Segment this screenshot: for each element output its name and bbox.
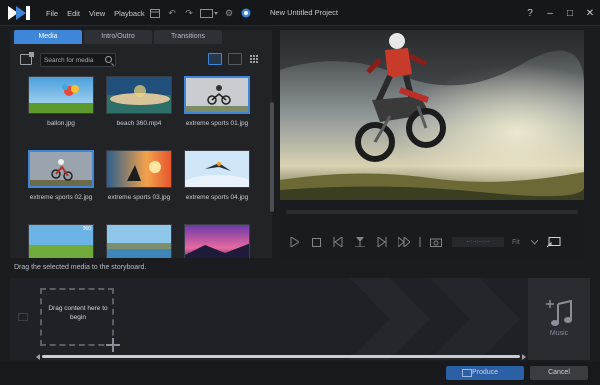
settings-icon[interactable]: ⚙ [222,6,236,20]
scroll-left-icon[interactable] [36,354,40,360]
media-caption: extreme sports 01.jpg [185,120,249,127]
media-item-landscape-360[interactable]: 360 [28,224,98,258]
media-item-extreme-sports-01[interactable]: extreme sports 01.jpg [184,76,252,127]
previous-frame-icon[interactable] [330,235,346,249]
external-display-icon[interactable] [546,235,562,249]
media-thumbnail [28,76,94,114]
media-thumbnail [184,150,250,188]
tab-intro-outro[interactable]: Intro/Outro [84,30,152,44]
app-logo-icon [8,6,30,20]
media-item-extreme-sports-03[interactable]: extreme sports 03.jpg [106,150,176,201]
media-item-beach-360[interactable]: beach 360.mp4 [106,76,176,127]
title-bar: File Edit View Playback ↶ ↷ ⚙ New Untitl… [0,0,600,26]
library-toolbar [16,52,266,68]
close-button[interactable]: ✕ [580,8,600,19]
layout-icon[interactable] [148,6,162,20]
playback-progress-bar[interactable] [286,210,578,214]
preview-image [280,30,584,200]
media-thumbnail [184,76,250,114]
preview-panel: --:--:--:-- Fit [280,30,584,258]
view-toggle [202,53,262,65]
storyboard: Drag content here to begin Music [10,278,590,360]
fast-forward-icon[interactable] [396,235,412,249]
playback-controls: --:--:--:-- Fit [286,234,582,250]
media-caption: beach 360.mp4 [116,120,162,127]
media-item-extreme-sports-04[interactable]: extreme sports 04.jpg [184,150,252,201]
maximize-button[interactable]: □ [560,8,580,19]
menu-file[interactable]: File [46,9,58,18]
media-item-extreme-sports-02[interactable]: extreme sports 02.jpg [28,150,98,201]
produce-button[interactable]: Produce [446,366,524,380]
menu-bar: File Edit View Playback [46,0,154,26]
menu-edit[interactable]: Edit [67,9,80,18]
music-label: Music [549,330,569,337]
image-filter-icon[interactable] [228,53,242,65]
media-thumbnail [184,224,250,258]
library-scrollbar[interactable] [270,102,274,212]
track-icon [18,313,28,321]
toolbar: ↶ ↷ ⚙ [148,5,256,21]
import-media-icon[interactable] [20,52,34,65]
drop-text-line1: Drag content here to [48,305,108,312]
timecode-display: --:--:--:-- [452,237,504,247]
scroll-right-icon[interactable] [522,354,526,360]
next-frame-icon[interactable] [374,235,390,249]
produce-icon [462,369,472,377]
play-icon[interactable] [286,235,302,249]
search-input[interactable] [41,54,101,66]
media-thumbnail [106,224,172,258]
media-grid: ballon.jpg beach 360.mp4 extreme sports … [22,76,252,258]
split-icon[interactable] [352,235,368,249]
menu-playback[interactable]: Playback [114,9,144,18]
media-thumbnail [106,76,172,114]
bottom-bar: Produce Cancel [0,362,600,385]
aspect-icon[interactable] [199,6,219,20]
grid-view-icon[interactable] [248,53,262,65]
media-caption: ballon.jpg [47,120,75,127]
library-tabs: Media Intro/Outro Transitions [14,30,224,44]
help-button[interactable]: ? [520,8,540,19]
search-icon[interactable] [105,56,112,63]
media-thumbnail: 360 [28,224,94,258]
media-thumbnail [28,150,94,188]
storyboard-hint: Drag the selected media to the storyboar… [14,264,147,271]
undo-icon[interactable]: ↶ [165,6,179,20]
tab-transitions[interactable]: Transitions [154,30,222,44]
snapshot-icon[interactable] [428,235,444,249]
music-note-icon [546,299,572,326]
preview-video [280,30,584,200]
produce-label: Produce [471,369,499,376]
video-filter-icon[interactable] [208,53,222,65]
360-badge: 360 [82,226,91,232]
project-title: New Untitled Project [270,8,338,17]
drop-zone-text: Drag content here to begin [44,304,112,322]
search-field[interactable] [40,53,116,67]
drop-text-line2: begin [70,314,86,321]
media-library-panel: Media Intro/Outro Transitions ballon.jpg [10,30,274,258]
media-item-lake[interactable] [106,224,176,258]
add-plus-icon [106,338,120,352]
stop-icon[interactable] [308,235,324,249]
separator-icon [418,235,422,249]
redo-icon[interactable]: ↷ [182,6,196,20]
media-item-ballon[interactable]: ballon.jpg [28,76,98,127]
cancel-button[interactable]: Cancel [530,366,588,380]
window-controls: ? – □ ✕ [520,0,600,26]
music-track-slot[interactable]: Music [528,278,590,360]
media-caption: extreme sports 04.jpg [185,194,249,201]
media-thumbnail [106,150,172,188]
dropdown-chevron-icon[interactable] [530,235,540,249]
tab-media[interactable]: Media [14,30,82,44]
menu-view[interactable]: View [89,9,105,18]
media-item-sunset[interactable] [184,224,252,258]
media-caption: extreme sports 02.jpg [29,194,93,201]
scroll-thumb[interactable] [42,355,520,358]
zoom-fit-select[interactable]: Fit [512,239,520,246]
minimize-button[interactable]: – [540,8,560,19]
update-icon[interactable] [239,6,253,20]
media-caption: extreme sports 03.jpg [107,194,171,201]
storyboard-scrollbar[interactable] [36,354,526,360]
